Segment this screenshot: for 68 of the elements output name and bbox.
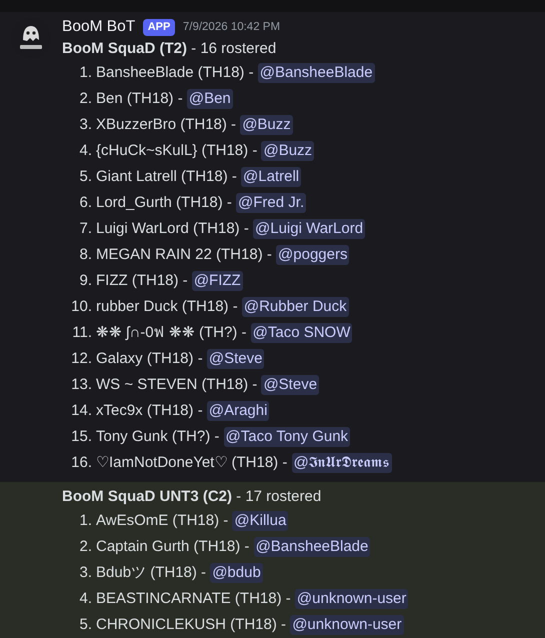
list-number: 10. — [70, 296, 92, 317]
player-name: BEASTINCARNATE (TH18) - — [96, 588, 292, 609]
timestamp: 7/9/2026 10:42 PM — [182, 20, 280, 35]
player-name: {cHuCk~sKulL} (TH18) - — [96, 140, 258, 161]
list-number: 6. — [78, 192, 92, 213]
list-number: 12. — [70, 348, 92, 369]
user-mention[interactable]: @poggers — [276, 245, 350, 265]
player-name: Luigi WarLord (TH18) - — [96, 218, 250, 239]
user-mention[interactable]: @Buzz — [261, 141, 314, 161]
player-name: Giant Latrell (TH18) - — [96, 166, 238, 187]
list-number: 2. — [78, 536, 92, 557]
list-number: 1. — [78, 510, 92, 531]
user-mention[interactable]: @FIZZ — [192, 271, 243, 291]
player-name: XBuzzerBro (TH18) - — [96, 114, 238, 135]
player-name: Galaxy (TH18) - — [96, 348, 204, 369]
user-mention[interactable]: @Taco Tony Gunk — [224, 427, 350, 447]
user-mention[interactable]: @Steve — [261, 375, 320, 395]
user-mention[interactable]: @unknown-user — [290, 615, 404, 635]
list-number: 1. — [78, 62, 92, 83]
roster-heading: BooM SquaD (T2) - 16 rostered — [62, 39, 278, 59]
user-mention[interactable]: @bdub — [210, 563, 263, 583]
list-number: 4. — [78, 588, 92, 609]
user-mention[interactable]: @Steve — [206, 349, 264, 369]
user-mention[interactable]: @Ben — [186, 89, 233, 109]
player-name: MEGAN RAIN 22 (TH18) - — [96, 244, 273, 265]
player-name: FIZZ (TH18) - — [96, 270, 189, 291]
list-number: 11. — [71, 322, 92, 343]
list-number: 3. — [78, 114, 92, 135]
player-name: Ben (TH18) - — [96, 88, 184, 109]
list-number: 4. — [78, 140, 92, 161]
list-number: 7. — [78, 218, 92, 239]
author-name[interactable]: BooM BoT — [62, 16, 136, 38]
user-mention[interactable]: @Killua — [232, 511, 288, 531]
player-name: WS ~ STEVEN (TH18) - — [96, 374, 258, 395]
player-name: Tony Gunk (TH?) - — [96, 426, 220, 447]
user-mention[interactable]: @𝕴𝖓𝖀𝖗𝕯𝖗𝖊𝖆𝖒𝖘 — [292, 453, 392, 473]
list-number: 2. — [78, 88, 92, 109]
player-name: ❋❋ ʃ∩-0ฟ ❋❋ (TH?) - — [96, 322, 248, 343]
list-number: 16. — [70, 452, 92, 473]
list-number: 13. — [70, 374, 92, 395]
player-name: Lord_Gurth (TH18) - — [96, 192, 233, 213]
player-name: Bdubツ (TH18) - — [96, 562, 208, 583]
user-mention[interactable]: @Araghi — [206, 401, 270, 421]
player-name: ♡IamNotDoneYet♡ (TH18) - — [96, 452, 288, 473]
player-name: CHRONICLEKUSH (TH18) - — [96, 614, 288, 635]
user-mention[interactable]: @Buzz — [240, 115, 293, 135]
list-number: 5. — [78, 166, 92, 187]
user-mention[interactable]: @Taco SNOW — [250, 323, 352, 343]
list-number: 5. — [78, 614, 92, 635]
list-number: 9. — [78, 270, 92, 291]
player-name: rubber Duck (TH18) - — [96, 296, 239, 317]
user-mention[interactable]: @BansheeBlade — [254, 537, 370, 557]
user-mention[interactable]: @Fred Jr. — [236, 193, 306, 213]
user-mention[interactable]: @BansheeBlade — [258, 63, 375, 83]
player-name: xTec9x (TH18) - — [96, 400, 204, 421]
app-tag: APP — [142, 18, 176, 36]
list-number: 8. — [78, 244, 92, 265]
list-number: 3. — [78, 562, 92, 583]
roster-heading: BooM SquaD UNT3 (C2) - 17 rostered — [62, 487, 322, 507]
list-number: 15. — [70, 426, 92, 447]
user-mention[interactable]: @Rubber Duck — [242, 297, 349, 317]
user-mention[interactable]: @Luigi WarLord — [253, 219, 366, 239]
list-number: 14. — [70, 400, 92, 421]
player-name: AwEsOmE (TH18) - — [96, 510, 230, 531]
player-name: Captain Gurth (TH18) - — [96, 536, 250, 557]
player-name: BansheeBlade (TH18) - — [96, 62, 255, 83]
user-mention[interactable]: @Latrell — [241, 167, 302, 187]
user-mention[interactable]: @unknown-user — [294, 589, 408, 609]
